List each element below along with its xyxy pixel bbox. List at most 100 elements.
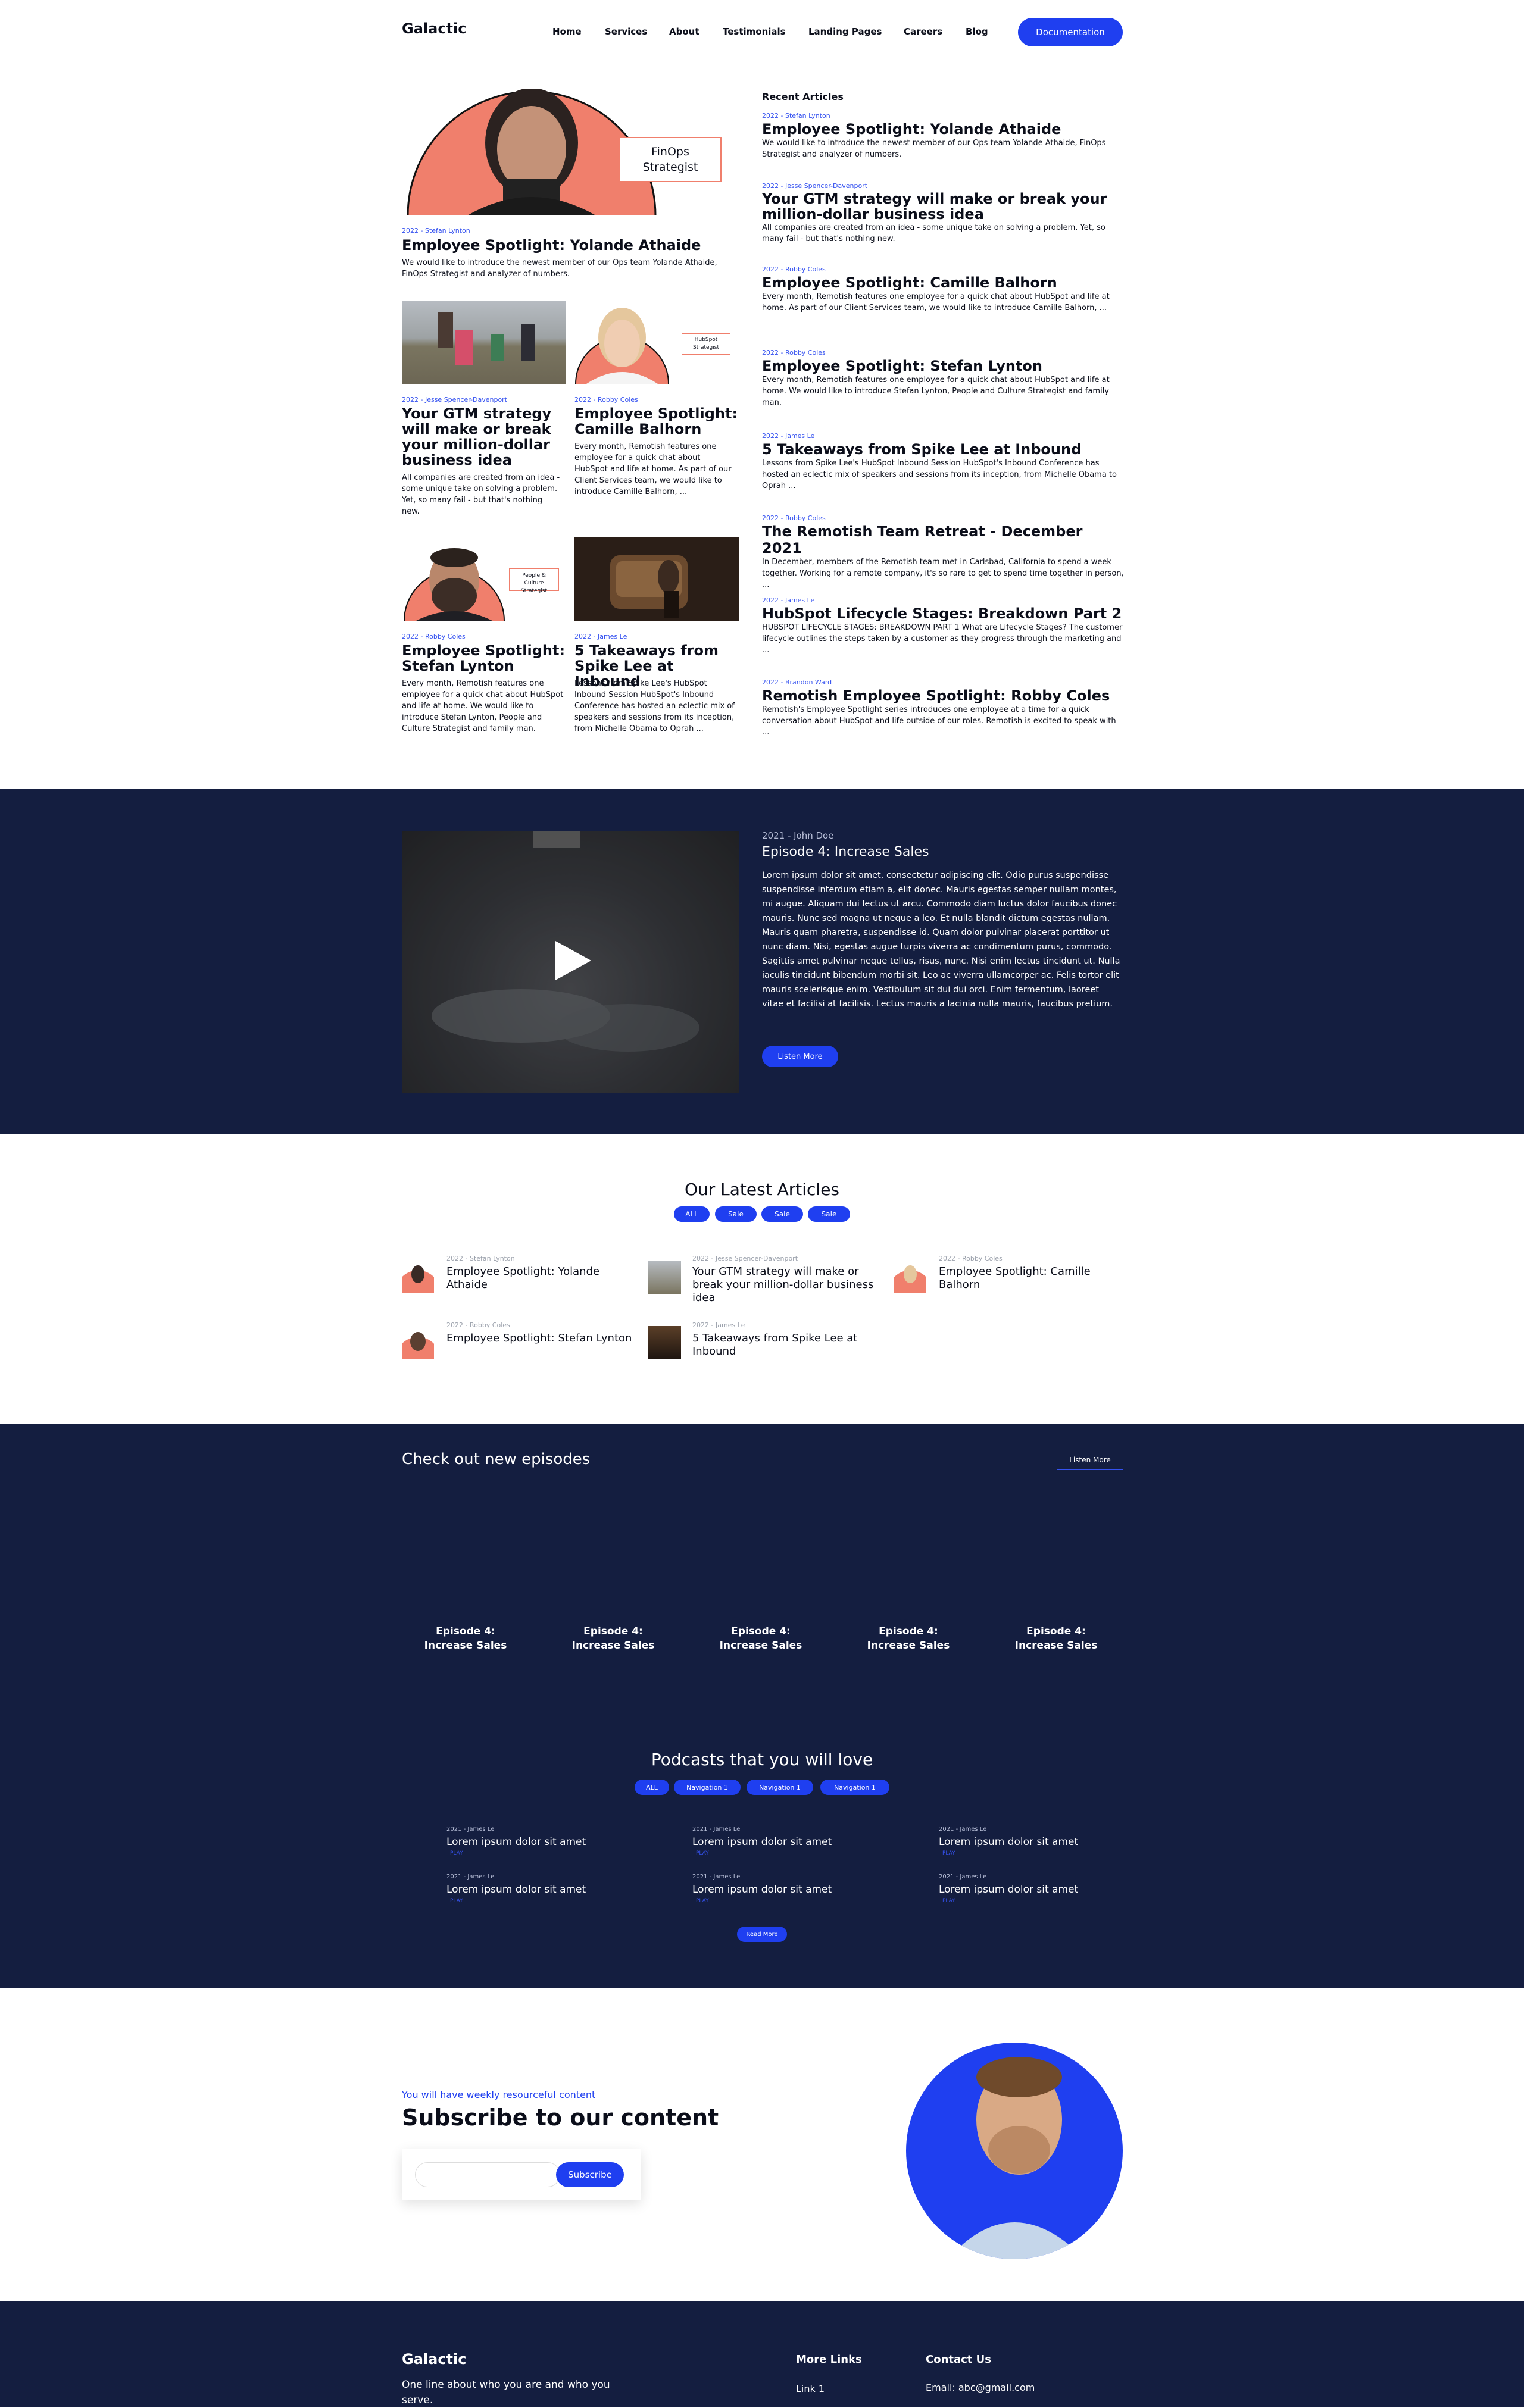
episode-card[interactable]: Episode 4: Increase Sales [1008, 1624, 1104, 1653]
latest-item[interactable]: 2022 - Stefan Lynton Employee Spotlight:… [402, 1255, 640, 1314]
podcast-meta: 2021 - James Le [939, 1826, 987, 1832]
podcast-item[interactable]: 2021 - James Le Lorem ipsum dolor sit am… [692, 1826, 871, 1856]
latest-title[interactable]: Employee Spotlight: Yolande Athaide [446, 1265, 637, 1291]
latest-item[interactable]: 2022 - Robby Coles Employee Spotlight: C… [894, 1255, 1132, 1314]
latest-title[interactable]: Your GTM strategy will make or break you… [692, 1265, 883, 1305]
podcast-title[interactable]: Lorem ipsum dolor sit amet [446, 1884, 625, 1896]
recent-articles-heading: Recent Articles [762, 91, 844, 102]
filter-all[interactable]: ALL [674, 1206, 710, 1222]
recent-item[interactable]: 2022 - Stefan Lynton Employee Spotlight:… [762, 112, 1124, 160]
recent-item[interactable]: 2022 - Brandon Ward Remotish Employee Sp… [762, 678, 1124, 738]
episode-title[interactable]: Episode 4: Increase Sales [762, 845, 929, 859]
latest-title[interactable]: 5 Takeaways from Spike Lee at Inbound [692, 1332, 883, 1358]
podcast-play[interactable]: PLAY [450, 1850, 625, 1856]
grid-card-meta-2: 2022 - Robby Coles [574, 396, 638, 404]
armchair-scene-graphic [574, 537, 739, 621]
nav-careers[interactable]: Careers [904, 26, 942, 37]
grid-card-title-1[interactable]: Your GTM strategy will make or break you… [402, 406, 572, 468]
recent-title[interactable]: HubSpot Lifecycle Stages: Breakdown Part… [762, 605, 1124, 622]
recent-item[interactable]: 2022 - Robby Coles The Remotish Team Ret… [762, 514, 1124, 590]
documentation-button[interactable]: Documentation [1018, 18, 1123, 46]
footer-link-1[interactable]: Link 1 [796, 2383, 825, 2394]
filter-sale[interactable]: Sale [808, 1206, 850, 1222]
latest-title[interactable]: Employee Spotlight: Camille Balhorn [939, 1265, 1129, 1291]
nav-blog[interactable]: Blog [966, 26, 988, 37]
grid-card-image-2[interactable]: HubSpot Strategist [574, 301, 739, 384]
recent-title[interactable]: Employee Spotlight: Stefan Lynton [762, 358, 1124, 374]
recent-meta: 2022 - Stefan Lynton [762, 112, 830, 120]
grid-card-title-3[interactable]: Employee Spotlight: Stefan Lynton [402, 643, 569, 674]
episode-card[interactable]: Episode 4: Increase Sales [861, 1624, 956, 1653]
recent-title[interactable]: Remotish Employee Spotlight: Robby Coles [762, 687, 1124, 704]
recent-item[interactable]: 2022 - James Le 5 Takeaways from Spike L… [762, 432, 1124, 492]
recent-title[interactable]: Employee Spotlight: Camille Balhorn [762, 274, 1124, 291]
episodes-listen-more-button[interactable]: Listen More [1057, 1450, 1123, 1470]
recent-title[interactable]: 5 Takeaways from Spike Lee at Inbound [762, 441, 1124, 458]
filter-sale[interactable]: Sale [761, 1206, 803, 1222]
podcast-filter-navigation[interactable]: Navigation 1 [674, 1780, 741, 1795]
episode-card[interactable]: Episode 4: Increase Sales [566, 1624, 661, 1653]
grid-card-meta-3: 2022 - Robby Coles [402, 633, 466, 640]
grid-card-title-2[interactable]: Employee Spotlight: Camille Balhorn [574, 406, 741, 437]
recent-title[interactable]: Your GTM strategy will make or break you… [762, 191, 1124, 222]
podcast-filter-bar: ALL Navigation 1 Navigation 1 Navigation… [635, 1780, 889, 1795]
podcast-title[interactable]: Lorem ipsum dolor sit amet [939, 1884, 1117, 1896]
podcast-filter-navigation[interactable]: Navigation 1 [747, 1780, 813, 1795]
footer-logo[interactable]: Galactic [402, 2351, 466, 2368]
podcast-play[interactable]: PLAY [696, 1850, 871, 1856]
podcast-filter-all[interactable]: ALL [635, 1780, 669, 1795]
grid-card-image-4[interactable] [574, 537, 739, 621]
recent-item[interactable]: 2022 - Robby Coles Employee Spotlight: S… [762, 349, 1124, 408]
nav-home[interactable]: Home [552, 26, 582, 37]
podcast-item[interactable]: 2021 - James Le Lorem ipsum dolor sit am… [939, 1874, 1117, 1904]
podcast-play[interactable]: PLAY [696, 1898, 871, 1904]
podcast-item[interactable]: 2021 - James Le Lorem ipsum dolor sit am… [939, 1826, 1117, 1856]
recent-excerpt: HUBSPOT LIFECYCLE STAGES: BREAKDOWN PART… [762, 623, 1123, 655]
listen-more-button[interactable]: Listen More [762, 1046, 838, 1067]
podcast-item[interactable]: 2021 - James Le Lorem ipsum dolor sit am… [446, 1826, 625, 1856]
latest-meta: 2022 - Robby Coles [446, 1321, 510, 1329]
podcast-title[interactable]: Lorem ipsum dolor sit amet [939, 1836, 1117, 1848]
recent-item[interactable]: 2022 - Jesse Spencer-Davenport Your GTM … [762, 182, 1124, 245]
recent-title[interactable]: Employee Spotlight: Yolande Athaide [762, 121, 1124, 137]
nav-services[interactable]: Services [605, 26, 647, 37]
read-more-button[interactable]: Read More [737, 1927, 787, 1942]
podcast-title[interactable]: Lorem ipsum dolor sit amet [446, 1836, 625, 1848]
featured-image[interactable]: FinOps Strategist [402, 89, 734, 215]
recent-meta: 2022 - Robby Coles [762, 349, 826, 356]
episodes-heading: Check out new episodes [402, 1450, 591, 1468]
grid-card-image-1[interactable] [402, 301, 566, 384]
latest-item[interactable]: 2022 - Robby Coles Employee Spotlight: S… [402, 1321, 640, 1369]
play-icon[interactable] [555, 941, 591, 980]
latest-item[interactable]: 2022 - James Le 5 Takeaways from Spike L… [648, 1321, 886, 1369]
video-thumbnail[interactable] [402, 831, 739, 1093]
recent-item[interactable]: 2022 - Robby Coles Employee Spotlight: C… [762, 265, 1124, 314]
podcast-play[interactable]: PLAY [942, 1898, 1117, 1904]
podcast-item[interactable]: 2021 - James Le Lorem ipsum dolor sit am… [692, 1874, 871, 1904]
subscribe-button[interactable]: Subscribe [556, 2162, 624, 2187]
recent-item[interactable]: 2022 - James Le HubSpot Lifecycle Stages… [762, 596, 1124, 656]
podcast-meta: 2021 - James Le [692, 1826, 741, 1832]
footer-email[interactable]: Email: abc@gmail.com [926, 2382, 1035, 2393]
logo[interactable]: Galactic [402, 20, 466, 37]
recent-title[interactable]: The Remotish Team Retreat - December 202… [762, 523, 1124, 556]
podcast-item[interactable]: 2021 - James Le Lorem ipsum dolor sit am… [446, 1874, 625, 1904]
latest-item[interactable]: 2022 - Jesse Spencer-Davenport Your GTM … [648, 1255, 886, 1314]
email-input[interactable] [415, 2162, 560, 2187]
featured-title[interactable]: Employee Spotlight: Yolande Athaide [402, 237, 759, 254]
latest-thumbnail [402, 1326, 434, 1359]
filter-sale[interactable]: Sale [715, 1206, 757, 1222]
nav-testimonials[interactable]: Testimonials [723, 26, 786, 37]
grid-card-image-3[interactable]: People & Culture Strategist [402, 537, 566, 621]
episode-meta: 2021 - John Doe [762, 830, 834, 841]
podcast-play[interactable]: PLAY [450, 1898, 625, 1904]
latest-title[interactable]: Employee Spotlight: Stefan Lynton [446, 1332, 643, 1345]
podcast-play[interactable]: PLAY [942, 1850, 1117, 1856]
nav-landing-pages[interactable]: Landing Pages [808, 26, 882, 37]
nav-about[interactable]: About [669, 26, 699, 37]
podcast-filter-navigation[interactable]: Navigation 1 [820, 1780, 889, 1795]
episode-card[interactable]: Episode 4: Increase Sales [418, 1624, 513, 1653]
podcast-title[interactable]: Lorem ipsum dolor sit amet [692, 1884, 871, 1896]
podcast-title[interactable]: Lorem ipsum dolor sit amet [692, 1836, 871, 1848]
episode-card[interactable]: Episode 4: Increase Sales [713, 1624, 808, 1653]
